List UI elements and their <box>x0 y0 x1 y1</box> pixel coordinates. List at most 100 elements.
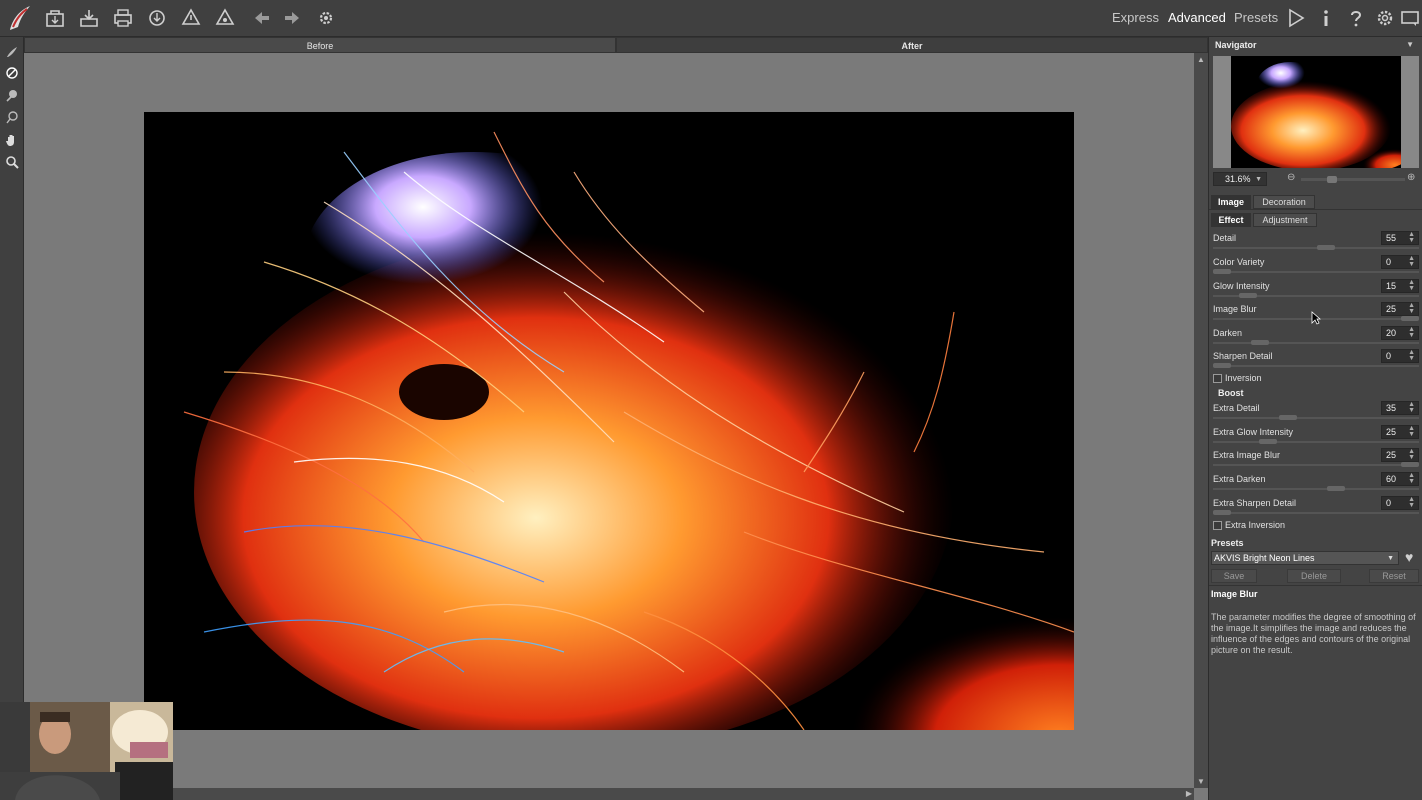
zoom-tool-icon[interactable] <box>3 153 20 170</box>
param-extra-darken[interactable]: Extra Darken 60 ▲ ▼ <box>1213 472 1419 494</box>
extra-inversion-checkbox[interactable]: Extra Inversion <box>1213 520 1285 532</box>
param-slider[interactable] <box>1213 441 1419 443</box>
param-detail[interactable]: Detail 55 ▲ ▼ <box>1213 231 1419 253</box>
undo-arrow-icon[interactable] <box>250 6 274 30</box>
checkbox-label: Extra Inversion <box>1225 520 1286 530</box>
inversion-checkbox[interactable]: Inversion <box>1213 373 1262 385</box>
param-value-input[interactable]: 0 ▲ ▼ <box>1381 255 1419 269</box>
checkbox-box[interactable] <box>1213 521 1222 531</box>
param-slider-thumb[interactable] <box>1401 462 1419 467</box>
param-slider[interactable] <box>1213 271 1419 273</box>
param-label: Extra Darken <box>1213 474 1266 484</box>
reset-preset-button[interactable]: Reset <box>1369 569 1419 583</box>
param-sharpen-detail[interactable]: Sharpen Detail 0 ▲ ▼ <box>1213 349 1419 371</box>
preset-select[interactable]: AKVIS Bright Neon Lines ▼ <box>1211 551 1399 565</box>
param-slider[interactable] <box>1213 247 1419 249</box>
notifications-icon[interactable] <box>1398 6 1422 30</box>
eraser-tool-icon[interactable] <box>3 64 20 81</box>
subtab-effect[interactable]: Effect <box>1211 213 1251 227</box>
param-extra-sharpen-detail[interactable]: Extra Sharpen Detail 0 ▲ ▼ <box>1213 496 1419 518</box>
run-processing-gears-icon[interactable] <box>314 6 338 30</box>
param-value-input[interactable]: 0 ▲ ▼ <box>1381 349 1419 363</box>
preset-dropdown-chevron-icon: ▼ <box>1387 555 1394 562</box>
canvas-area[interactable] <box>24 53 1194 788</box>
plugin-icon[interactable] <box>213 6 237 30</box>
param-value-input[interactable]: 20 ▲ ▼ <box>1381 326 1419 340</box>
hand-tool-icon[interactable] <box>3 131 20 148</box>
param-slider-thumb[interactable] <box>1213 510 1231 515</box>
param-value-input[interactable]: 35 ▲ ▼ <box>1381 401 1419 415</box>
param-slider-thumb[interactable] <box>1317 245 1335 250</box>
help-title: Image Blur <box>1211 589 1258 599</box>
param-slider-thumb[interactable] <box>1401 316 1419 321</box>
vertical-scrollbar[interactable]: ▲ ▼ <box>1194 53 1208 788</box>
tab-after[interactable]: After <box>616 37 1208 53</box>
param-value-input[interactable]: 25 ▲ ▼ <box>1381 448 1419 462</box>
param-value-input[interactable]: 15 ▲ ▼ <box>1381 279 1419 293</box>
param-extra-detail[interactable]: Extra Detail 35 ▲ ▼ <box>1213 401 1419 423</box>
help-text: The parameter modifies the degree of smo… <box>1211 612 1416 655</box>
navigator-thumbnail[interactable] <box>1213 56 1419 168</box>
param-slider-thumb[interactable] <box>1213 363 1231 368</box>
param-slider-thumb[interactable] <box>1239 293 1257 298</box>
param-slider[interactable] <box>1213 342 1419 344</box>
zoom-level-select[interactable]: 31.6% ▼ <box>1213 172 1267 186</box>
param-slider[interactable] <box>1213 464 1419 466</box>
param-extra-glow-intensity[interactable]: Extra Glow Intensity 25 ▲ ▼ <box>1213 425 1419 447</box>
param-slider[interactable] <box>1213 488 1419 490</box>
param-glow-intensity[interactable]: Glow Intensity 15 ▲ ▼ <box>1213 279 1419 301</box>
param-label: Darken <box>1213 328 1243 338</box>
delete-preset-button[interactable]: Delete <box>1287 569 1341 583</box>
mode-express[interactable]: Express <box>1112 10 1159 25</box>
brush-tool-icon[interactable] <box>3 43 20 60</box>
param-value-input[interactable]: 55 ▲ ▼ <box>1381 231 1419 245</box>
batch-icon[interactable] <box>179 6 203 30</box>
collapse-chevron-icon[interactable]: ▼ <box>1406 40 1414 49</box>
checkbox-box[interactable] <box>1213 374 1222 384</box>
zoom-in-icon[interactable]: ⊕ <box>1407 172 1415 183</box>
param-value-input[interactable]: 0 ▲ ▼ <box>1381 496 1419 510</box>
redo-arrow-icon[interactable] <box>280 6 304 30</box>
param-color-variety[interactable]: Color Variety 0 ▲ ▼ <box>1213 255 1419 277</box>
param-slider-thumb[interactable] <box>1213 269 1231 274</box>
tab-image[interactable]: Image <box>1211 195 1251 209</box>
param-label: Sharpen Detail <box>1213 351 1273 361</box>
tab-decoration[interactable]: Decoration <box>1253 195 1315 209</box>
print-icon[interactable] <box>111 6 135 30</box>
save-file-icon[interactable] <box>77 6 101 30</box>
mode-presets[interactable]: Presets <box>1234 10 1278 25</box>
boost-title: Boost <box>1218 388 1244 398</box>
zoom-slider[interactable] <box>1301 176 1405 183</box>
param-value-input[interactable]: 60 ▲ ▼ <box>1381 472 1419 486</box>
param-slider-thumb[interactable] <box>1279 415 1297 420</box>
subtab-adjustment[interactable]: Adjustment <box>1253 213 1317 227</box>
param-value-input[interactable]: 25 ▲ ▼ <box>1381 425 1419 439</box>
favorite-heart-icon[interactable]: ♥ <box>1405 549 1413 565</box>
tab-before[interactable]: Before <box>24 37 616 53</box>
lasso-tool-icon[interactable] <box>3 108 20 125</box>
param-darken[interactable]: Darken 20 ▲ ▼ <box>1213 326 1419 348</box>
zoom-out-icon[interactable]: ⊖ <box>1287 172 1295 183</box>
settings-gear-icon[interactable] <box>1373 6 1397 30</box>
share-icon[interactable] <box>145 6 169 30</box>
param-slider-thumb[interactable] <box>1259 439 1277 444</box>
param-slider-thumb[interactable] <box>1327 486 1345 491</box>
zoom-slider-thumb[interactable] <box>1327 176 1337 183</box>
param-value-input[interactable]: 25 ▲ ▼ <box>1381 302 1419 316</box>
param-slider[interactable] <box>1213 512 1419 514</box>
tool-strip <box>0 37 24 800</box>
play-icon[interactable] <box>1284 6 1308 30</box>
param-slider-thumb[interactable] <box>1251 340 1269 345</box>
stamp-tool-icon[interactable] <box>3 86 20 103</box>
open-file-icon[interactable] <box>43 6 67 30</box>
param-slider[interactable] <box>1213 417 1419 419</box>
mode-advanced[interactable]: Advanced <box>1168 10 1226 25</box>
param-extra-image-blur[interactable]: Extra Image Blur 25 ▲ ▼ <box>1213 448 1419 470</box>
checkbox-label: Inversion <box>1225 373 1262 383</box>
akvis-logo <box>4 3 34 33</box>
help-icon[interactable] <box>1344 6 1368 30</box>
param-slider[interactable] <box>1213 365 1419 367</box>
save-preset-button[interactable]: Save <box>1211 569 1257 583</box>
horizontal-scrollbar[interactable]: ▶ <box>24 788 1194 800</box>
info-icon[interactable] <box>1314 6 1338 30</box>
